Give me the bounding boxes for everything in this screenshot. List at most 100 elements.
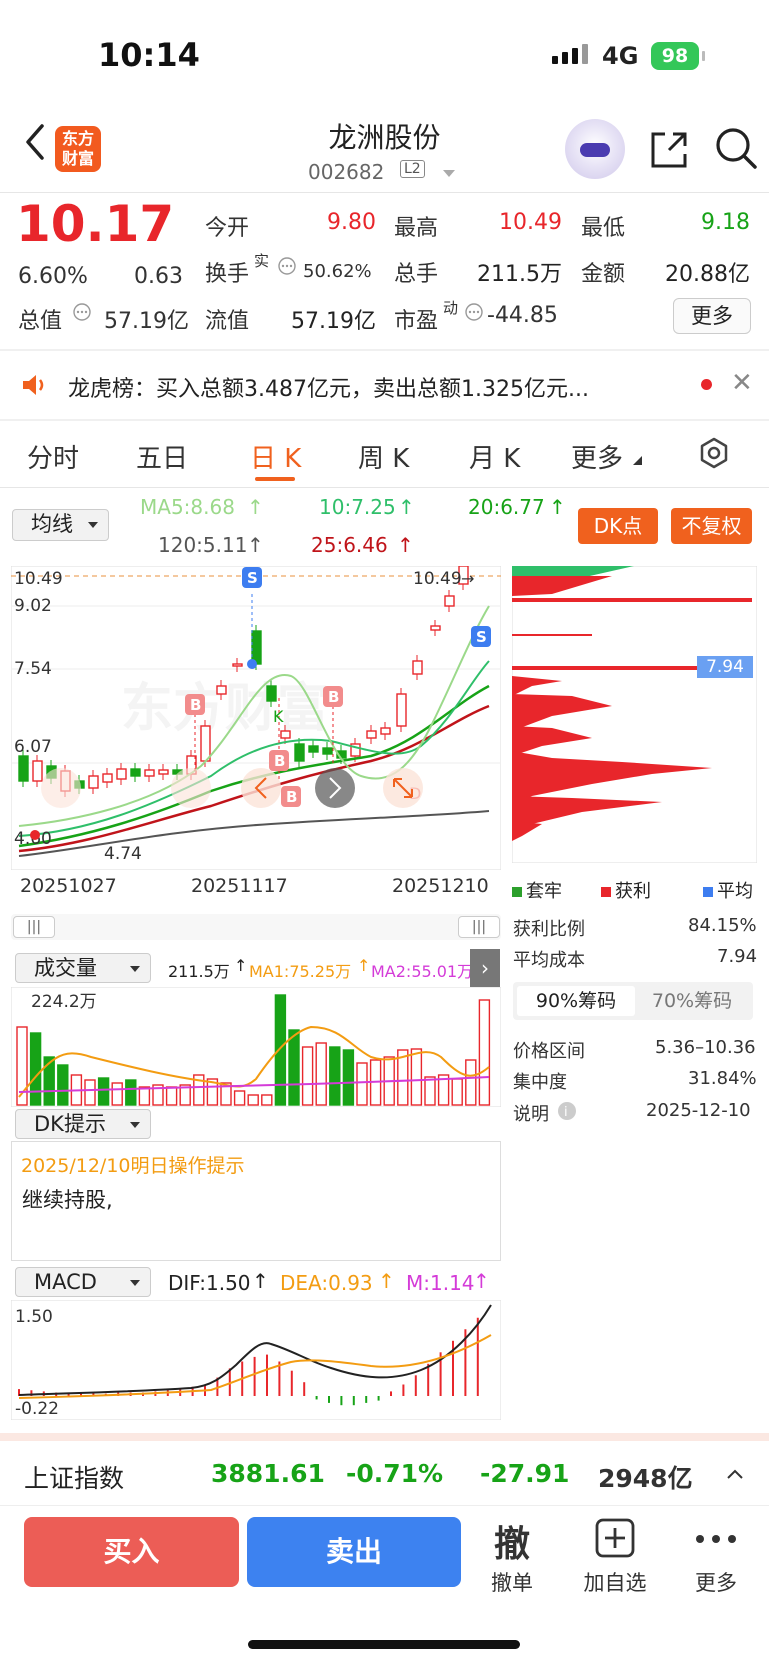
- candle: [116, 768, 127, 780]
- turnover-sup: 实: [254, 252, 270, 270]
- share-icon[interactable]: [647, 128, 691, 172]
- cancel-order-icon[interactable]: 撤: [472, 1515, 552, 1567]
- macd-selector[interactable]: MACD: [15, 1267, 151, 1297]
- arrow-up-icon: ↑: [398, 495, 415, 519]
- info-icon[interactable]: [464, 302, 484, 322]
- low-marker: 4.74: [104, 844, 142, 864]
- tab-5day[interactable]: 五日: [136, 438, 188, 475]
- last-price: 10.17: [16, 195, 175, 253]
- signal-k: K: [273, 707, 284, 726]
- info-icon[interactable]: i: [557, 1101, 577, 1121]
- clock: 10:14: [98, 36, 200, 74]
- chevron-up-icon[interactable]: [726, 1468, 744, 1480]
- chevron-down-icon[interactable]: [443, 170, 455, 177]
- speaker-icon: [23, 375, 44, 395]
- add-watchlist-label[interactable]: 加自选: [575, 1567, 655, 1597]
- volume-bar: [410, 1048, 423, 1106]
- tab-weekly-k[interactable]: 周 K: [358, 438, 409, 475]
- dk-selector[interactable]: DK提示: [15, 1109, 151, 1139]
- more-dots-icon[interactable]: [694, 1534, 738, 1544]
- volume-bar: [478, 999, 491, 1106]
- slider-handle-left[interactable]: |||: [13, 916, 55, 938]
- sell-signal-s: S: [247, 569, 258, 587]
- gear-icon[interactable]: [697, 436, 731, 470]
- prev-icon[interactable]: [171, 768, 211, 808]
- divider: [0, 419, 769, 421]
- tab-daily-k[interactable]: 日 K: [250, 438, 301, 475]
- volume-bar: [29, 1032, 42, 1106]
- arrow-up-icon: ↑: [473, 1269, 490, 1293]
- candle: [251, 630, 262, 665]
- tab-more[interactable]: 更多: [571, 438, 623, 475]
- buy-signal-b: B: [328, 688, 339, 706]
- ma120-label: 120:5.11: [158, 533, 248, 557]
- next-icon[interactable]: [315, 768, 355, 808]
- candle: [308, 745, 319, 753]
- index-bar[interactable]: 上证指数 3881.61 -0.71% -27.91 2948亿: [0, 1433, 769, 1505]
- buy-signal-b: B: [274, 752, 285, 770]
- ai-assistant-icon[interactable]: [565, 119, 625, 179]
- volume-selector[interactable]: 成交量: [15, 953, 151, 983]
- macd-dif: DIF:1.50: [168, 1271, 251, 1295]
- open-label: 今开: [205, 216, 250, 241]
- prev-icon[interactable]: [41, 768, 81, 808]
- price-axis-label: 9.02: [14, 596, 52, 616]
- buy-button[interactable]: 买入: [24, 1517, 239, 1587]
- prev-icon[interactable]: [241, 768, 281, 808]
- chevron-right-icon[interactable]: ›: [470, 949, 500, 987]
- range-slider[interactable]: [11, 914, 501, 940]
- volume-bar: [125, 1079, 137, 1106]
- volume-bar: [138, 1086, 151, 1106]
- tab-90-chips[interactable]: 90%筹码: [517, 986, 635, 1016]
- concentration-label: 集中度: [513, 1072, 567, 1093]
- candle: [280, 730, 291, 739]
- dk-point-button[interactable]: DK点: [578, 508, 658, 544]
- sell-button[interactable]: 卖出: [247, 1517, 461, 1587]
- info-icon[interactable]: [72, 302, 92, 322]
- arrow-up-icon: ↑: [234, 956, 248, 975]
- mktcap-value: 57.19亿: [104, 309, 189, 334]
- more-label[interactable]: 更多: [676, 1567, 756, 1597]
- battery-icon: 98: [651, 42, 705, 70]
- tab-intraday[interactable]: 分时: [27, 438, 79, 475]
- candle: [412, 660, 423, 675]
- arrow-up-icon: ↑: [252, 1269, 269, 1293]
- more-quote-button[interactable]: 更多: [673, 298, 751, 334]
- tab-monthly-k[interactable]: 月 K: [469, 438, 520, 475]
- arrow-up-icon: ↑: [378, 1269, 395, 1293]
- candle: [158, 769, 169, 775]
- volume-bar: [315, 1042, 327, 1106]
- tab-70-chips[interactable]: 70%筹码: [635, 986, 749, 1016]
- active-tab-indicator: [255, 477, 295, 481]
- arrow-up-icon: ↑: [357, 956, 371, 975]
- legend-profit: 获利: [615, 881, 651, 902]
- candle: [294, 743, 305, 762]
- slider-handle-right[interactable]: |||: [458, 916, 500, 938]
- volume-bar: [356, 1062, 368, 1106]
- news-ticker[interactable]: 龙虎榜：买入总额3.487亿元，卖出总额1.325亿元...: [68, 371, 589, 403]
- price-axis-label: 6.07: [14, 737, 52, 757]
- close-icon[interactable]: ✕: [731, 368, 753, 398]
- volume-current: 211.5万: [168, 962, 230, 981]
- buy-signal-b: B: [286, 788, 297, 806]
- arrow-up-icon: ↑: [247, 533, 264, 557]
- network-type: 4G: [602, 42, 639, 70]
- info-icon[interactable]: [277, 256, 297, 276]
- level2-badge[interactable]: L2: [400, 160, 425, 178]
- kline-chart[interactable]: 东方财富 10.49 9.02 7.54 6.07 4.60 10.49 4.7…: [11, 566, 501, 870]
- macd-bottom-label: -0.22: [15, 1399, 59, 1419]
- add-watchlist-icon[interactable]: [594, 1517, 636, 1559]
- arrow-up-icon: ↑: [397, 533, 414, 557]
- concentration-value: 31.84%: [688, 1068, 757, 1089]
- volume-chart: 224.2万: [11, 987, 501, 1107]
- ma-selector[interactable]: 均线: [12, 509, 109, 541]
- candle: [322, 747, 333, 755]
- cancel-order-label[interactable]: 撤单: [472, 1567, 552, 1597]
- candle: [32, 760, 43, 782]
- date-label: 20251027: [20, 875, 117, 897]
- search-icon[interactable]: [714, 126, 758, 170]
- volume-value: 211.5万: [477, 262, 562, 287]
- index-amount: 2948亿: [598, 1464, 693, 1493]
- volume-bar: [233, 1090, 246, 1106]
- adjust-button[interactable]: 不复权: [671, 508, 752, 544]
